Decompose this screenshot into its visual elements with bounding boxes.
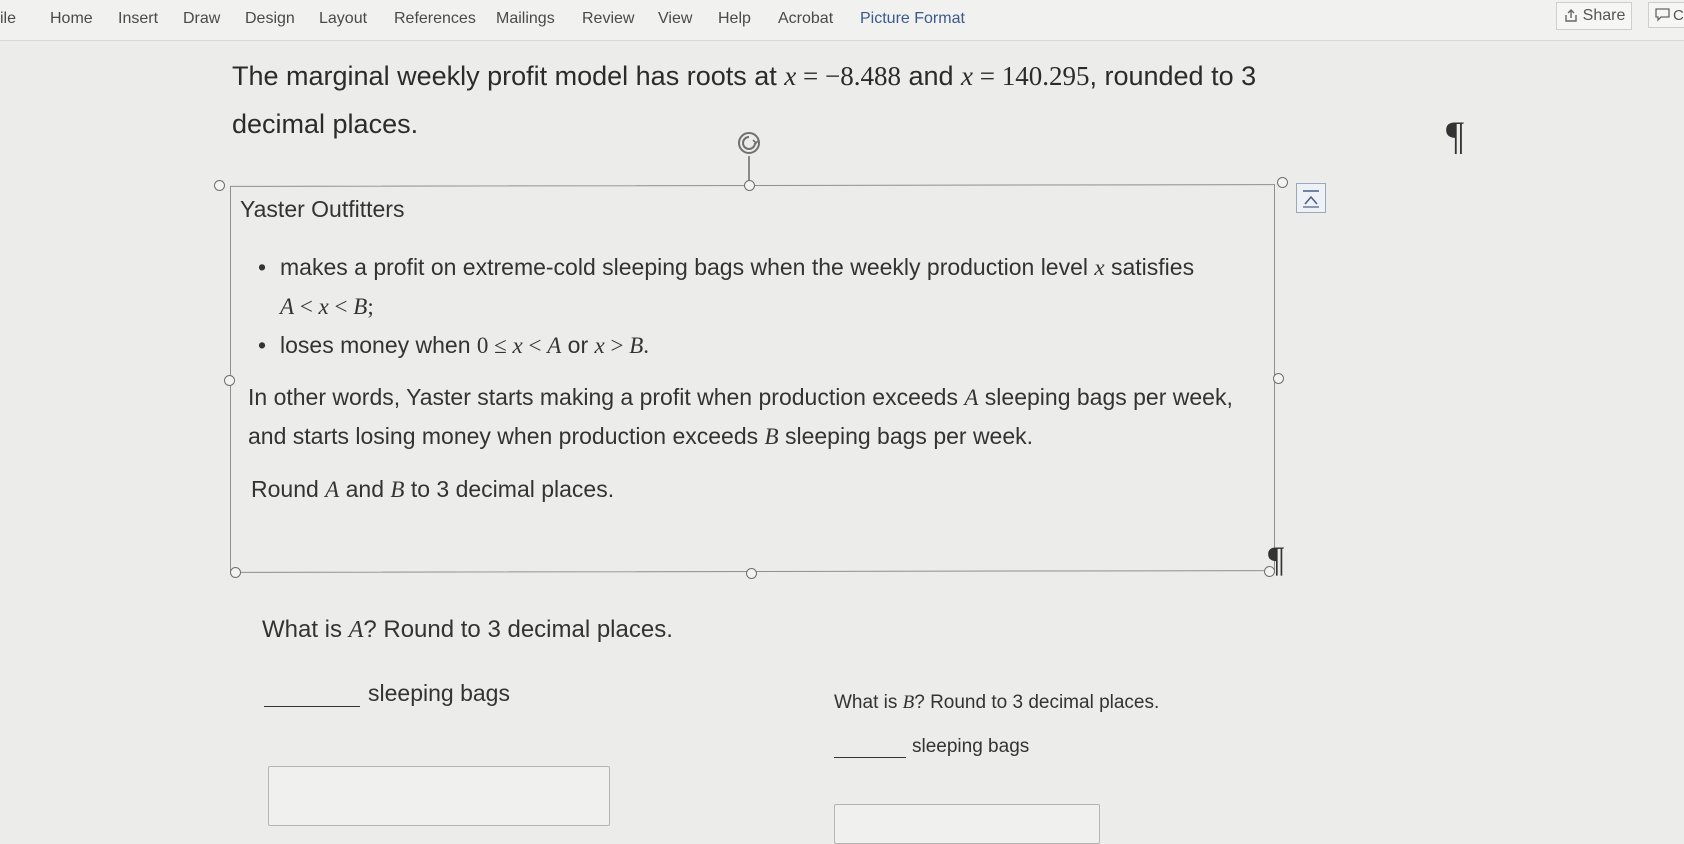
para-1-b: sleeping bags per week, [978,384,1233,410]
share-icon [1564,9,1577,22]
question-a-var: A [348,617,364,643]
bullet-icon: • [258,332,267,358]
blank-line-b [834,756,906,758]
answer-a-input[interactable] [268,766,610,826]
bullet-2-lt: < [522,333,548,358]
question-b-unit: sleeping bags [912,736,1030,757]
question-a-unit: sleeping bags [368,680,510,706]
para-2-a: Round [251,476,326,502]
intro-text: The marginal weekly profit model has roo… [232,61,785,91]
para-1-c: and starts losing money when production … [248,423,765,449]
comments-button[interactable]: C [1648,2,1684,28]
intro-paragraph: The marginal weekly profit model has roo… [232,52,1372,148]
bullet-2-text: loses money when [280,332,477,358]
para-1-a: In other words, Yaster starts making a p… [248,384,965,410]
bullet-icon: • [258,254,267,280]
blank-line-a [264,705,360,707]
share-button[interactable]: Share [1556,2,1632,30]
layout-options-icon [1303,190,1319,208]
bullet-1-ineq-semi: ; [367,294,374,319]
text-box-title: Yaster Outfitters [240,196,405,222]
bullet-2-x2: x [594,333,605,358]
bullet-2-zero: 0 ≤ [476,333,513,358]
bullet-1-end: satisfies [1104,254,1195,280]
bullet-1-ineq-b: B [353,294,368,319]
explanation-paragraph: In other words, Yaster starts making a p… [248,378,1268,456]
comment-icon [1655,8,1670,22]
intro-root-2: = 140.295 [973,61,1090,91]
bullet-list: • makes a profit on extreme-cold sleepin… [258,248,1238,365]
para-2-and: and [339,476,391,502]
para-1-d: sleeping bags per week. [778,423,1034,449]
bullet-2-gt: > [604,333,630,358]
ribbon-bar: ile Home Insert Draw Design Layout Refer… [0,0,1684,41]
share-label: Share [1582,7,1626,24]
tab-acrobat[interactable]: Acrobat [778,10,833,28]
bullet-2-or: or [561,332,595,358]
rotate-handle-icon[interactable] [736,130,762,156]
question-a-blank: sleeping bags [264,680,510,707]
intro-text-3: decimal places. [232,109,419,139]
tab-view[interactable]: View [658,10,692,28]
question-b-prefix: What is [834,692,903,713]
resize-handle-middle-left[interactable] [224,375,235,386]
intro-text-2: , rounded to 3 [1089,61,1257,91]
tab-layout[interactable]: Layout [319,10,367,28]
bullet-1-var: x [1094,255,1105,280]
resize-handle-bottom-center[interactable] [746,568,757,579]
bullet-1-ineq-lt1: < [294,294,319,319]
question-b-var: B [902,692,915,713]
intro-root-1: = −8.488 [796,61,901,91]
paragraph-mark: ¶ [1446,113,1465,158]
tab-draw[interactable]: Draw [183,10,220,28]
question-a-prefix: What is [262,616,349,643]
comments-label: C [1673,6,1684,24]
list-item: • loses money when 0 ≤ x < A or x > B. [258,326,1238,365]
para-2-b: to 3 decimal places. [404,476,615,502]
tab-references[interactable]: References [394,10,476,28]
answer-b-input[interactable] [834,804,1100,844]
para-2-var-b: B [390,477,405,502]
intro-and: and [900,61,962,91]
bullet-2-period: . [643,333,650,358]
tab-file[interactable]: ile [0,10,16,28]
tab-home[interactable]: Home [50,10,93,28]
tab-insert[interactable]: Insert [118,10,158,28]
rounding-instruction: Round A and B to 3 decimal places. [251,470,1271,509]
bullet-1-ineq-x: x [318,294,329,319]
resize-handle-bottom-left[interactable] [230,567,241,578]
tab-help[interactable]: Help [718,10,751,28]
tab-design[interactable]: Design [245,10,295,28]
resize-handle-top-right[interactable] [1277,177,1288,188]
resize-handle-middle-right[interactable] [1273,373,1284,384]
question-a-label: What is A? Round to 3 decimal places. [262,616,673,644]
para-1-var-a: A [964,385,979,410]
bullet-2-b: B [629,333,644,358]
tab-mailings[interactable]: Mailings [496,10,555,28]
tab-picture-format[interactable]: Picture Format [860,10,965,28]
intro-var-x-2: x [961,61,973,91]
question-a-suffix: ? Round to 3 decimal places. [363,616,673,643]
resize-handle-top-left[interactable] [214,180,225,191]
para-2-var-a: A [325,477,340,502]
question-b-label: What is B? Round to 3 decimal places. [834,692,1159,714]
bullet-2-a: A [547,333,562,358]
resize-handle-top-center[interactable] [744,180,755,191]
bullet-2-x: x [512,333,523,358]
bullet-1-text: makes a profit on extreme-cold sleeping … [280,254,1095,280]
tab-review[interactable]: Review [582,10,634,28]
text-box-paragraph-mark: ¶ [1268,539,1285,579]
layout-options-button[interactable] [1296,183,1326,213]
intro-var-x: x [784,61,797,91]
question-b-suffix: ? Round to 3 decimal places. [914,692,1160,713]
bullet-1-ineq-lt2: < [328,294,354,319]
list-item: • makes a profit on extreme-cold sleepin… [258,248,1238,326]
bullet-1-ineq-a: A [280,294,295,319]
para-1-var-b: B [764,424,779,449]
question-b-blank: sleeping bags [834,736,1029,758]
